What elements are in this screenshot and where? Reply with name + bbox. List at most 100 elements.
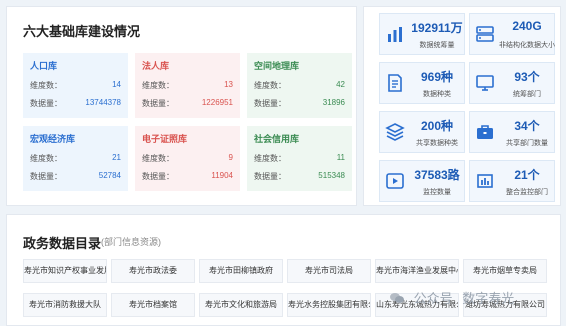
library-card[interactable]: 人口库维度数： 14 数据量： 13744378	[23, 53, 128, 118]
dimension-label: 维度数：	[254, 81, 286, 90]
dimension-row: 维度数： 42	[254, 80, 345, 91]
stat-label: 监控数量	[423, 189, 451, 196]
dimension-row: 维度数： 11	[254, 153, 345, 164]
department-item[interactable]: 寿光市消防救援大队	[23, 293, 107, 317]
stat-value: 200种	[420, 119, 454, 133]
basic-libraries-title: 六大基础库建设情况	[23, 24, 141, 39]
watermark: 公众号 数字寿光	[390, 288, 514, 307]
count-row: 数据量： 11904	[142, 171, 233, 182]
stat-value: 240G	[512, 19, 542, 33]
department-item[interactable]: 寿光水务控股集团有限公司	[287, 293, 371, 317]
department-item[interactable]: 寿光市烟草专卖局	[463, 259, 547, 283]
basic-libraries-panel: 六大基础库建设情况 人口库维度数： 14 数据量： 13744378 法人库维度数： 13…	[6, 6, 357, 206]
library-card[interactable]: 法人库维度数： 13 数据量： 1226951	[135, 53, 240, 118]
video-icon	[386, 173, 404, 189]
stat-value: 969种	[420, 70, 454, 84]
dimension-value: 14	[112, 80, 121, 89]
document-icon	[388, 74, 402, 92]
stat-value: 93个	[514, 70, 540, 84]
dimension-label: 维度数：	[30, 154, 62, 163]
dimension-value: 13	[224, 80, 233, 89]
monitor-icon	[476, 75, 494, 91]
stat-label: 非结构化数据大小	[499, 42, 555, 49]
department-item[interactable]: 寿光市知识产权事业发展	[23, 259, 107, 283]
library-name: 人口库	[30, 61, 58, 71]
dimension-label: 维度数：	[142, 81, 174, 90]
library-card[interactable]: 宏观经济库维度数： 21 数据量： 52784	[23, 126, 128, 191]
stat-card[interactable]: 200种共享数据种类	[379, 111, 465, 153]
library-card[interactable]: 社会信用库维度数： 11 数据量： 515348	[247, 126, 352, 191]
stat-value: 21个	[514, 168, 540, 182]
department-item[interactable]: 寿光市档案馆	[111, 293, 195, 317]
stat-card[interactable]: 969种数据种类	[379, 62, 465, 104]
count-row: 数据量： 1226951	[142, 98, 233, 109]
dimension-value: 9	[228, 153, 233, 162]
count-value: 13744378	[85, 98, 121, 107]
department-item[interactable]: 寿光市政法委	[111, 259, 195, 283]
department-item[interactable]: 寿光市司法局	[287, 259, 371, 283]
count-label: 数据量：	[30, 172, 62, 181]
catalog-subtitle: (部门信息资源)	[101, 237, 161, 247]
count-label: 数据量：	[254, 99, 286, 108]
watermark-prefix: 公众号	[413, 291, 453, 306]
stat-card[interactable]: 37583路监控数量	[379, 160, 465, 202]
count-value: 1226951	[201, 98, 233, 107]
count-value: 52784	[98, 171, 121, 180]
dimension-label: 维度数：	[30, 81, 62, 90]
department-item[interactable]: 寿光市文化和旅游局	[199, 293, 283, 317]
count-label: 数据量：	[142, 99, 174, 108]
library-name: 宏观经济库	[30, 134, 76, 144]
stat-label: 共享部门数量	[506, 140, 548, 147]
stat-label: 数据种类	[423, 91, 451, 98]
count-row: 数据量： 52784	[30, 171, 121, 182]
department-item[interactable]: 寿光市海洋渔业发展中心	[375, 259, 459, 283]
briefcase-icon	[477, 125, 493, 139]
count-row: 数据量： 13744378	[30, 98, 121, 109]
stat-card[interactable]: 240G 非结构化数据大小	[469, 13, 555, 55]
dimension-row: 维度数： 21	[30, 153, 121, 164]
stat-label: 统筹部门	[513, 91, 541, 98]
count-row: 数据量： 31896	[254, 98, 345, 109]
dimension-value: 11	[336, 153, 345, 162]
stat-value: 34个	[514, 119, 540, 133]
dimension-row: 维度数： 9	[142, 153, 233, 164]
count-value: 11904	[211, 171, 233, 180]
stat-card[interactable]: 192911万数据统筹量	[379, 13, 465, 55]
dimension-label: 维度数：	[254, 154, 286, 163]
stat-label: 共享数据种类	[416, 140, 458, 147]
dimension-row: 维度数： 13	[142, 80, 233, 91]
wechat-icon	[390, 293, 404, 303]
count-value: 515348	[318, 171, 345, 180]
dimension-label: 维度数：	[142, 154, 174, 163]
department-item[interactable]: 寿光市田柳镇政府	[199, 259, 283, 283]
stat-card[interactable]: 34个共享部门数量	[469, 111, 555, 153]
stats-panel: 192911万 数据统筹量 240G 非结构化数据大小 969种 数据种类 93个 统筹部门 2…	[363, 6, 561, 206]
stat-value: 192911万	[411, 21, 463, 35]
count-label: 数据量：	[30, 99, 62, 108]
count-row: 数据量： 515348	[254, 171, 345, 182]
library-name: 法人库	[142, 61, 170, 71]
stat-card[interactable]: 93个统筹部门	[469, 62, 555, 104]
dimension-value: 42	[336, 80, 345, 89]
library-card[interactable]: 空间地理库维度数： 42 数据量： 31896	[247, 53, 352, 118]
catalog-panel: 政务数据目录 (部门信息资源) 寿光市知识产权事业发展 寿光市政法委 寿光市田柳镇政…	[6, 214, 561, 326]
dimension-row: 维度数： 14	[30, 80, 121, 91]
catalog-title: 政务数据目录	[23, 236, 102, 251]
library-card[interactable]: 电子证照库维度数： 9 数据量： 11904	[135, 126, 240, 191]
count-value: 31896	[322, 98, 345, 107]
bar-chart-icon	[477, 174, 493, 188]
library-name: 空间地理库	[254, 61, 300, 71]
database-bars-icon	[388, 27, 402, 42]
library-name: 社会信用库	[254, 134, 300, 144]
layers-icon	[385, 123, 405, 141]
server-icon	[476, 26, 494, 42]
stat-card[interactable]: 21个整合监控部门	[469, 160, 555, 202]
count-label: 数据量：	[142, 172, 174, 181]
count-label: 数据量：	[254, 172, 286, 181]
watermark-name: 数字寿光	[462, 291, 515, 306]
stat-label: 整合监控部门	[506, 189, 548, 196]
stat-label: 数据统筹量	[419, 42, 455, 49]
dimension-value: 21	[112, 153, 121, 162]
stat-value: 37583路	[414, 168, 460, 182]
library-name: 电子证照库	[142, 134, 188, 144]
